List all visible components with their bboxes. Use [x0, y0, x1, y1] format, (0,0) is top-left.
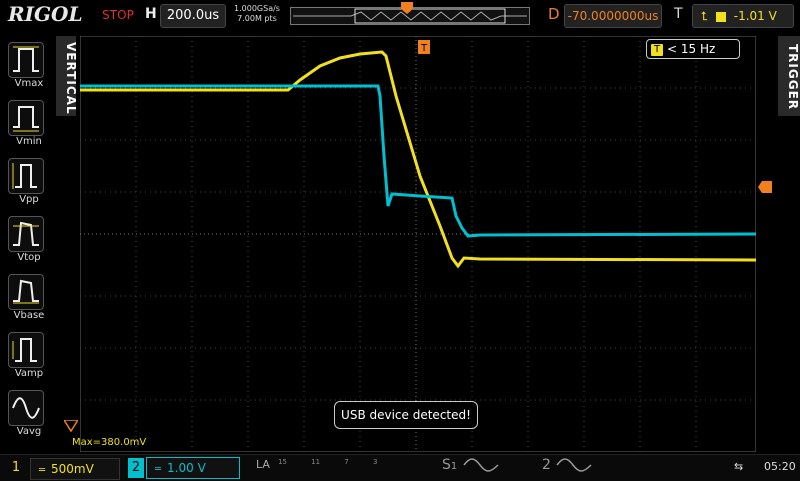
trigger-position-icon[interactable]	[401, 2, 413, 14]
measure-item-vmax[interactable]: Vmax	[4, 40, 56, 96]
horizontal-label: H	[145, 6, 157, 22]
ch1-scale-box[interactable]: ═ 500mV	[30, 458, 120, 480]
measure-label: Vavg	[16, 426, 42, 437]
vavg-icon	[8, 390, 44, 426]
bottom-channel-bar	[0, 454, 800, 481]
freq-counter-value: < 15 Hz	[667, 42, 716, 56]
vmax-icon	[8, 42, 44, 78]
serial-bus-number: 1	[450, 461, 458, 472]
run-stop-status[interactable]: STOP	[98, 6, 138, 24]
delay-label: D	[548, 5, 560, 23]
measure-item-vmin[interactable]: Vmin	[4, 98, 56, 154]
measure-item-vtop[interactable]: Vtop	[4, 214, 56, 270]
trigger-edge-icon: ⮤	[701, 9, 709, 23]
ch1-scale-value: 500mV	[51, 462, 94, 476]
trigger-menu-tab[interactable]: TRIGGER	[780, 44, 800, 114]
measure-label: Vtop	[17, 252, 41, 263]
usb-icon: ⇆	[734, 460, 744, 473]
measure-item-vavg[interactable]: Vavg	[4, 388, 56, 444]
measure-item-vbase[interactable]: Vbase	[4, 272, 56, 328]
logic-analyzer-bits: 15 11 7 3	[278, 458, 378, 466]
measure-label: Vpp	[19, 194, 39, 205]
delay-value[interactable]: -70.0000000us	[564, 4, 662, 28]
serial-bus-2[interactable]: 2	[542, 457, 595, 473]
trigger-level-value: -1.01 V	[733, 9, 777, 23]
vamp-icon	[8, 332, 44, 368]
vpp-icon	[8, 158, 44, 194]
timebase-value[interactable]: 200.0us	[160, 4, 226, 28]
sine-wave-icon	[463, 458, 499, 472]
ch2-scale-box[interactable]: ═ 1.00 V	[146, 457, 240, 479]
measure-label: Vbase	[13, 310, 45, 321]
vbase-icon	[8, 274, 44, 310]
logic-analyzer-label[interactable]: LA	[256, 458, 270, 471]
memory-depth: 7.00M pts	[237, 14, 277, 23]
usb-notification: USB device detected!	[334, 401, 478, 429]
measure-item-vamp[interactable]: Vamp	[4, 330, 56, 386]
measure-label: Vmax	[14, 78, 44, 89]
system-clock: 05:20	[764, 460, 796, 473]
trigger-time-marker[interactable]: T	[418, 40, 430, 54]
trigger-label: T	[674, 6, 683, 22]
trigger-level-marker[interactable]	[758, 181, 772, 193]
measure-sidebar: Vmax Vmin Vpp Vtop Vbase Vamp Vavg	[0, 36, 56, 454]
acquisition-info: 1.000GSa/s 7.00M pts	[228, 4, 286, 24]
sample-rate: 1.000GSa/s	[234, 4, 280, 13]
dc-coupling-icon: ═	[155, 464, 162, 475]
serial-bus-1[interactable]: S1	[442, 457, 502, 473]
ch2-indicator[interactable]: 2	[128, 458, 144, 478]
waveform-display[interactable]	[80, 36, 756, 452]
measure-item-vpp[interactable]: Vpp	[4, 156, 56, 212]
trigger-source-icon	[715, 11, 726, 22]
vertical-menu-tab[interactable]: VERTICAL	[54, 42, 78, 115]
brand-logo: RIGOL	[8, 2, 83, 26]
serial-bus-number: 2	[542, 457, 551, 473]
ch1-indicator[interactable]: 1	[8, 458, 24, 478]
ch1-ground-marker[interactable]	[64, 420, 78, 432]
dc-coupling-icon: ═	[39, 465, 46, 476]
serial-bus-label: S	[442, 457, 451, 473]
sine-wave-icon	[556, 458, 592, 472]
ch2-scale-value: 1.00 V	[167, 461, 206, 475]
measure-label: Vamp	[14, 368, 44, 379]
freq-counter-badge: T	[651, 43, 663, 56]
svg-text:T: T	[420, 43, 428, 54]
measurement-readout: Max=380.0mV	[72, 437, 147, 448]
trigger-level-box[interactable]: ⮤ -1.01 V	[692, 4, 794, 28]
vmin-icon	[8, 100, 44, 136]
measure-label: Vmin	[16, 136, 42, 147]
vtop-icon	[8, 216, 44, 252]
frequency-counter: T < 15 Hz	[646, 39, 740, 59]
